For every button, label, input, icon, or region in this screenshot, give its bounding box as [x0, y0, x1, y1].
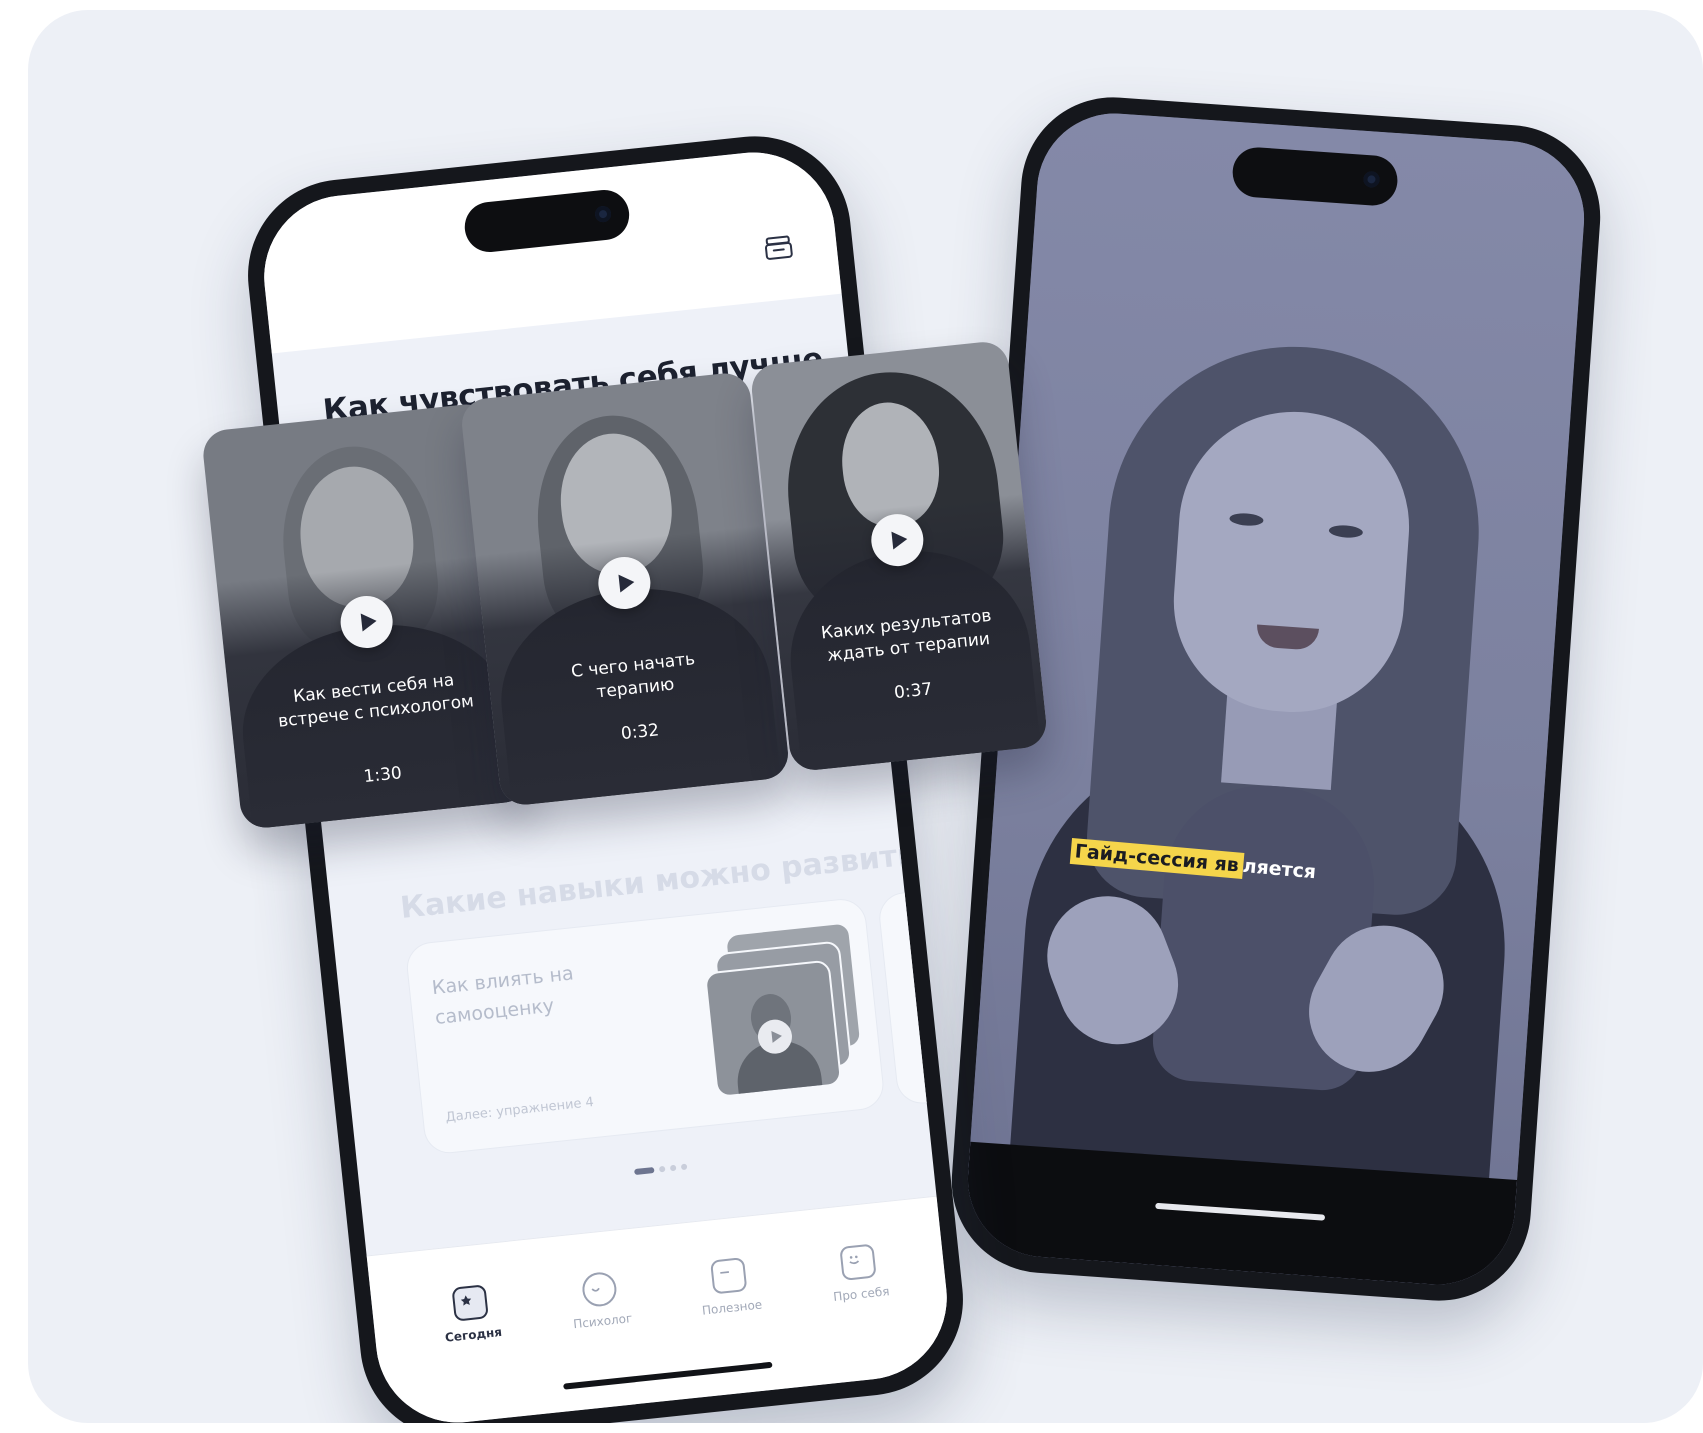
video-card[interactable]: Каких результатов ждать от терапии 0:37 [749, 339, 1049, 773]
tab-label: Психолог [572, 1311, 633, 1332]
home-indicator[interactable] [562, 1361, 773, 1390]
pager-dot[interactable] [669, 1164, 677, 1172]
top-bar [256, 144, 842, 354]
star-calendar-icon [451, 1284, 489, 1322]
tab-today[interactable]: Сегодня [409, 1280, 534, 1348]
camera-icon [593, 205, 612, 223]
pager-dots [633, 1154, 692, 1176]
tab-label: Про себя [832, 1284, 891, 1304]
pager-dot-active[interactable] [634, 1167, 655, 1176]
skill-card-next: Далее: упражнение 4 [444, 1094, 595, 1126]
face-icon [580, 1270, 619, 1309]
video-phone: Гайд-сессия яв ляется [945, 91, 1607, 1307]
tab-label: Полезное [701, 1297, 763, 1318]
smile-icon [839, 1243, 877, 1281]
camera-icon [1362, 170, 1381, 188]
tab-label: Сегодня [444, 1324, 503, 1345]
archive-icon[interactable] [763, 235, 793, 262]
skill-card[interactable]: Как влиять на самооценку Далее: упражнен… [404, 896, 886, 1156]
skill-card-title: Как влиять на самооценку [430, 962, 575, 1030]
tab-useful[interactable]: Полезное [667, 1253, 792, 1321]
box-icon [710, 1257, 748, 1295]
video-thumbnail[interactable] [703, 959, 843, 1099]
tab-about-me[interactable]: Про себя [797, 1239, 922, 1307]
video-player-screen[interactable]: Гайд-сессия яв ляется [962, 108, 1590, 1290]
video-card[interactable]: С чего начать терапию 0:32 [459, 370, 791, 808]
pager-dot[interactable] [658, 1165, 666, 1173]
background-panel: Гайд-сессия яв ляется Как чувствовать себ… [28, 10, 1703, 1423]
tab-psychologist[interactable]: Психолог [538, 1266, 663, 1334]
pager-dot[interactable] [680, 1163, 688, 1171]
